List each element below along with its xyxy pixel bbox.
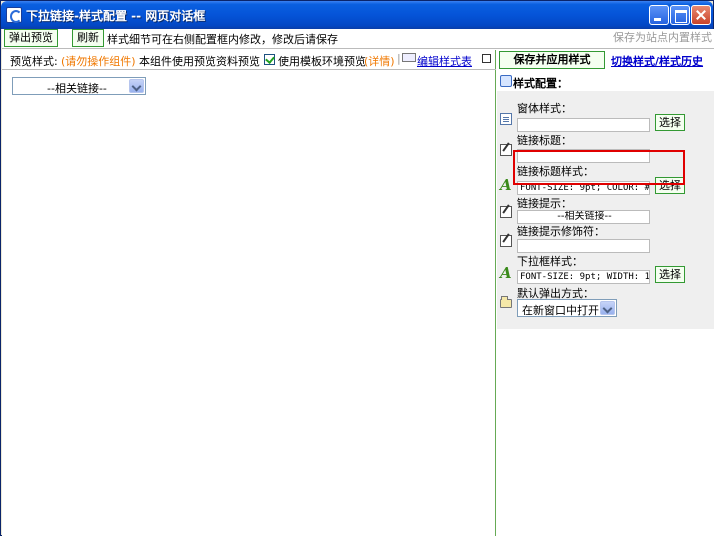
preview-divider bbox=[2, 69, 496, 70]
page-icon bbox=[500, 113, 512, 125]
close-button[interactable] bbox=[691, 5, 711, 25]
dialog-window: 下拉链接-样式配置 -- 网页对话框 弹出预览 刷新 样式细节可在右侧配置框内修… bbox=[0, 0, 714, 536]
dropdown-style-pick-button[interactable]: 选择 bbox=[655, 266, 685, 283]
settings-icon bbox=[500, 75, 512, 87]
details-link[interactable]: (详情) bbox=[364, 53, 395, 69]
save-as-site-style-link[interactable]: 保存为站点内置样式 bbox=[613, 29, 712, 45]
popup-preview-button[interactable]: 弹出预览 bbox=[4, 29, 58, 47]
link-hint-modifier-label: 链接提示修饰符： bbox=[517, 225, 605, 238]
preview-bar: 预览样式: (请勿操作组件) 本组件使用预览资料预览 使用模板环境预览 (详情)… bbox=[2, 50, 496, 69]
stylesheet-icon bbox=[402, 53, 416, 62]
dropdown-style-label: 下拉框样式： bbox=[517, 255, 583, 268]
title-bar[interactable]: 下拉链接-样式配置 -- 网页对话框 bbox=[1, 1, 713, 29]
use-template-checkbox[interactable] bbox=[264, 54, 275, 65]
config-fields: 窗体样式： 选择 链接标题： A 链接标题样式： FONT-SIZE: 9pt;… bbox=[497, 91, 714, 329]
refresh-button[interactable]: 刷新 bbox=[72, 29, 104, 47]
use-template-label[interactable]: 使用模板环境预览 bbox=[278, 53, 366, 69]
chevron-down-icon[interactable] bbox=[600, 301, 615, 315]
edit-stylesheet-link[interactable]: 编辑样式表 bbox=[417, 53, 472, 69]
default-popup-value: 在新窗口中打开 bbox=[522, 304, 599, 317]
link-hint-modifier-input[interactable] bbox=[517, 239, 650, 253]
ie-app-icon bbox=[6, 7, 22, 23]
link-title-label: 链接标题： bbox=[517, 134, 572, 147]
config-heading: 样式配置： bbox=[497, 73, 714, 90]
top-toolbar: 弹出预览 刷新 样式细节可在右侧配置框内修改，修改后请保存 保存为站点内置样式 bbox=[2, 29, 714, 48]
maximize-button[interactable] bbox=[670, 5, 690, 25]
config-heading-text: 样式配置： bbox=[513, 77, 568, 90]
preview-description: 本组件使用预览资料预览 bbox=[139, 55, 260, 68]
link-hint-label: 链接提示： bbox=[517, 197, 572, 210]
folder-open-icon bbox=[500, 296, 512, 308]
save-apply-button[interactable]: 保存并应用样式 bbox=[499, 51, 605, 69]
toggle-square-icon[interactable] bbox=[482, 54, 491, 63]
window-style-input[interactable] bbox=[517, 118, 650, 132]
switch-style-history-link[interactable]: 切换样式/样式历史 bbox=[611, 53, 703, 69]
preview-related-links-select[interactable]: --相关链接-- bbox=[12, 77, 146, 95]
link-hint-input[interactable]: --相关链接-- bbox=[517, 210, 650, 224]
preview-warning: (请勿操作组件) bbox=[61, 55, 136, 68]
config-panel: 保存并应用样式 切换样式/样式历史 样式配置： 窗体样式： 选择 链接标题： A… bbox=[497, 50, 714, 536]
preview-panel: 预览样式: (请勿操作组件) 本组件使用预览资料预览 使用模板环境预览 (详情)… bbox=[2, 50, 496, 536]
font-style-icon: A bbox=[500, 176, 512, 194]
preview-select-value: --相关链接-- bbox=[47, 82, 107, 95]
highlight-box bbox=[513, 150, 685, 185]
preview-style-label: 预览样式: bbox=[10, 55, 58, 68]
edit-icon bbox=[500, 235, 512, 247]
dialog-body: 弹出预览 刷新 样式细节可在右侧配置框内修改，修改后请保存 保存为站点内置样式 … bbox=[2, 29, 714, 536]
window-style-pick-button[interactable]: 选择 bbox=[655, 114, 685, 131]
chevron-down-icon[interactable] bbox=[129, 79, 144, 93]
toolbar-note: 样式细节可在右侧配置框内修改，修改后请保存 bbox=[107, 33, 338, 46]
separator: | bbox=[397, 52, 401, 65]
dropdown-style-input[interactable]: FONT-SIZE: 9pt; WIDTH: 1! bbox=[517, 270, 650, 284]
minimize-button[interactable] bbox=[649, 5, 669, 25]
window-style-label: 窗体样式： bbox=[517, 102, 572, 115]
window-title: 下拉链接-样式配置 -- 网页对话框 bbox=[26, 9, 206, 23]
edit-icon bbox=[500, 144, 512, 156]
edit-icon bbox=[500, 206, 512, 218]
toolbar-divider bbox=[2, 48, 714, 49]
default-popup-select[interactable]: 在新窗口中打开 bbox=[517, 299, 617, 317]
font-style-icon: A bbox=[500, 264, 512, 282]
